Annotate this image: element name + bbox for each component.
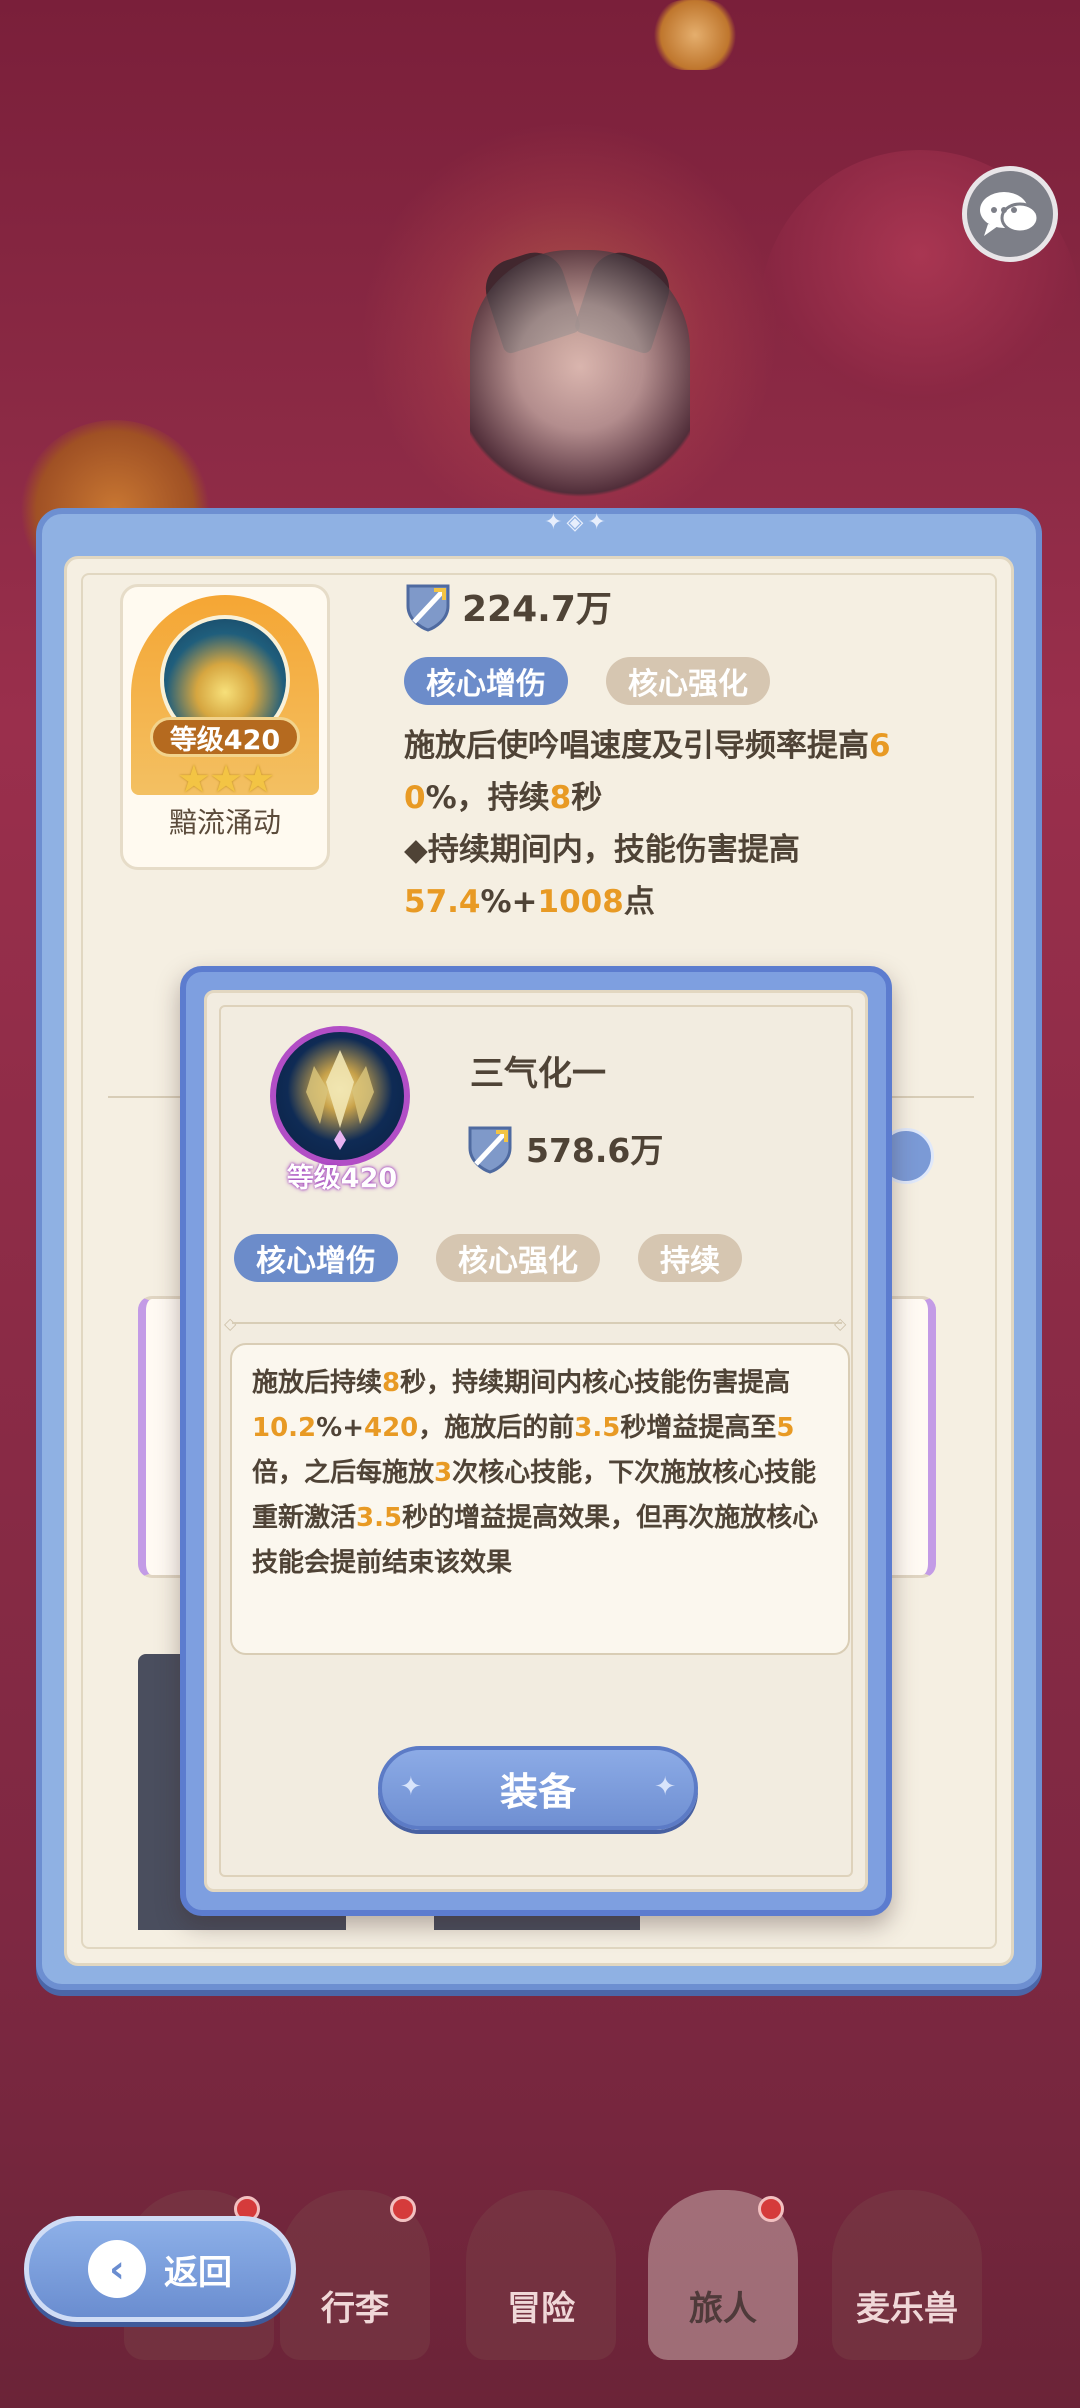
chat-bubble-icon: [980, 192, 1040, 236]
popup-skill-icon: [270, 1026, 410, 1166]
popup-skill-title: 三气化一: [470, 1054, 606, 1094]
skill-power: 224.7万: [404, 578, 612, 634]
desc-highlight: 57.4: [404, 884, 481, 920]
chat-button[interactable]: [962, 166, 1058, 262]
nav-label: 麦乐兽: [856, 2289, 958, 2329]
back-button[interactable]: ‹ 返回: [24, 2216, 296, 2322]
nav-label: 旅人: [689, 2289, 757, 2329]
panel-ornament-icon: ✦◈✦: [544, 510, 610, 535]
desc-text: 施放后持续: [252, 1368, 383, 1398]
sparkle-icon: ✦: [654, 1772, 676, 1802]
equip-button[interactable]: ✦ 装备 ✦: [378, 1746, 698, 1830]
nav-label: 行李: [321, 2289, 389, 2329]
skill-star-rating: ★★★: [176, 757, 275, 801]
nav-item-adventure[interactable]: 冒险: [466, 2190, 616, 2360]
divider-diamond-icon: ◇: [834, 1314, 847, 1333]
desc-text: 秒增益提高至: [620, 1413, 777, 1443]
desc-highlight: 10.2: [252, 1413, 317, 1443]
background-character: [470, 250, 690, 510]
nav-label: 冒险: [507, 2289, 575, 2329]
popup-tag-duration: 持续: [638, 1234, 742, 1282]
desc-highlight: 8: [382, 1368, 401, 1398]
nav-item-luggage[interactable]: 行李: [280, 2190, 430, 2360]
back-button-label: 返回: [164, 2252, 232, 2293]
skill-description: 施放后使吟唱速度及引导频率提高6 0%，持续8秒 ◆持续期间内，技能伤害提高 5…: [404, 720, 988, 928]
equipped-skill-card[interactable]: 等级420 ★★★ 黯流涌动: [120, 584, 330, 870]
desc-highlight: 3.5: [574, 1413, 621, 1443]
skill-name: 黯流涌动: [168, 806, 281, 839]
sparkle-icon: ✦: [400, 1772, 422, 1802]
desc-highlight: 420: [364, 1413, 419, 1443]
skill-power-value: 224.7万: [462, 589, 612, 630]
desc-highlight: 5: [776, 1413, 795, 1443]
popup-description: 施放后持续8秒，持续期间内核心技能伤害提高10.2%+420，施放后的前3.5秒…: [230, 1343, 850, 1655]
background-decoration: [650, 0, 740, 70]
popup-skill-power: 578.6万: [466, 1122, 663, 1174]
notification-dot: [758, 2196, 784, 2222]
notification-dot: [390, 2196, 416, 2222]
desc-text: 秒，持续期间内核心技能伤害提高: [400, 1368, 791, 1398]
skill-level-badge: 等级420: [150, 717, 300, 757]
desc-text: %，持续: [425, 780, 550, 816]
desc-text: 施放后使吟唱速度及引导频率提高: [404, 728, 869, 764]
equip-button-label: 装备: [499, 1769, 576, 1814]
desc-text: 点: [623, 884, 655, 920]
desc-highlight: 0: [404, 780, 426, 816]
desc-text: ，施放后的前: [418, 1413, 575, 1443]
popup-tag-core-damage: 核心增伤: [234, 1234, 398, 1282]
power-shield-icon: [468, 1126, 512, 1174]
power-shield-icon: [406, 584, 450, 632]
tag-core-enhance: 核心强化: [606, 657, 770, 705]
desc-highlight: 3.5: [356, 1503, 403, 1533]
popup-power-value: 578.6万: [526, 1131, 664, 1170]
nav-item-traveler[interactable]: 旅人: [648, 2190, 798, 2360]
desc-text: %+: [480, 884, 538, 920]
desc-highlight: 6: [869, 728, 891, 764]
desc-text: ◆持续期间内，技能伤害提高: [404, 832, 800, 868]
back-arrow-icon: ‹: [88, 2240, 146, 2298]
popup-tag-core-enhance: 核心强化: [436, 1234, 600, 1282]
tag-core-damage: 核心增伤: [404, 657, 568, 705]
desc-text: 秒: [571, 780, 603, 816]
desc-text: %+: [316, 1413, 364, 1443]
nav-item-pet[interactable]: 麦乐兽: [832, 2190, 982, 2360]
desc-highlight: 3: [434, 1458, 453, 1488]
popup-level-badge: 等级420: [286, 1163, 398, 1194]
desc-highlight: 8: [549, 780, 572, 816]
desc-text: 倍，之后每施放: [252, 1458, 435, 1488]
skill-crest-icon: [306, 1050, 374, 1150]
popup-divider: [232, 1322, 842, 1324]
desc-highlight: 1008: [537, 884, 624, 920]
